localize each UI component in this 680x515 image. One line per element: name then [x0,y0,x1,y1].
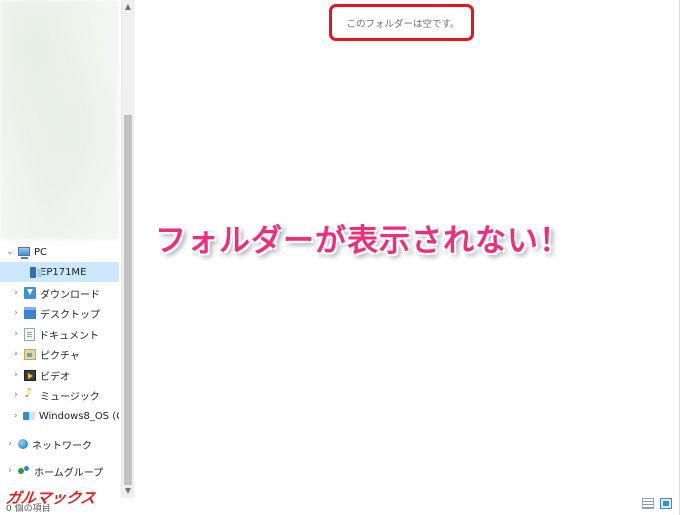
scrollbar-thumb[interactable] [124,115,132,485]
chevron-right-icon[interactable]: › [4,466,16,476]
large-icons-view-icon[interactable] [660,498,672,509]
documents-folder-icon [24,327,35,341]
nav-item-label: EP171ME [40,266,87,278]
nav-item-label: ピクチャ [40,350,80,362]
chevron-right-icon[interactable]: › [10,370,22,380]
pane-divider[interactable] [133,0,134,500]
music-folder-icon [24,386,36,401]
chevron-right-icon[interactable]: › [10,390,22,400]
chevron-right-icon[interactable]: › [10,308,22,318]
highlight-annotation-box [329,4,474,41]
nav-item-label: PC [34,246,48,258]
nav-item-windows-drive[interactable]: › Windows8_OS (C [0,406,119,426]
nav-item-label: ネットワーク [32,440,92,452]
nav-item-label: デスクトップ [40,309,100,321]
nav-item-label: ホームグループ [34,467,104,479]
nav-item-documents[interactable]: › ドキュメント [0,324,119,344]
chevron-right-icon[interactable]: › [10,411,21,421]
nav-item-downloads[interactable]: › ダウンロード [0,283,119,303]
pictures-folder-icon [24,348,36,360]
watermark-logo: ガルマックス [4,489,97,507]
nav-item-homegroup[interactable]: › ホームグループ [0,461,119,481]
chevron-right-icon[interactable]: › [10,329,22,339]
nav-item-network[interactable]: › ネットワーク [0,434,119,454]
chevron-right-icon[interactable]: › [4,439,16,449]
pc-icon [18,246,30,259]
chevron-right-icon[interactable]: › [10,349,22,359]
drive-icon [30,266,42,278]
nav-item-label: ダウンロード [40,289,100,301]
nav-item-label: ビデオ [40,371,70,383]
homegroup-icon [18,465,30,477]
download-folder-icon [24,287,36,299]
nav-item-label: Windows8_OS (C [38,410,119,422]
nav-item-videos[interactable]: › ビデオ [0,365,119,385]
status-bar: 0 個の項目 [0,498,680,515]
windows-drive-icon [23,412,35,420]
nav-item-label: ドキュメント [39,330,99,342]
nav-item-label: ミュージック [40,391,100,403]
nav-item-desktop[interactable]: › デスクトップ [0,303,119,323]
nav-item-music[interactable]: › ミュージック [0,385,119,405]
chevron-right-icon[interactable]: › [10,288,22,298]
nav-item-ep171me[interactable]: EP171ME [0,262,119,282]
annotation-caption: フォルダーが表示されない！ [155,223,571,259]
videos-folder-icon [24,369,36,381]
nav-item-pc[interactable]: ⌄ PC [0,242,119,262]
details-view-icon[interactable] [642,498,654,509]
chevron-down-icon[interactable]: ⌄ [4,247,16,257]
network-icon [18,439,28,449]
blurred-quick-access [0,0,119,240]
nav-item-pictures[interactable]: › ピクチャ [0,344,119,364]
navigation-pane: ⌄ PC EP171ME › ダウンロード › デスクトップ › ドキュメント … [0,0,121,500]
desktop-folder-icon [24,307,36,319]
